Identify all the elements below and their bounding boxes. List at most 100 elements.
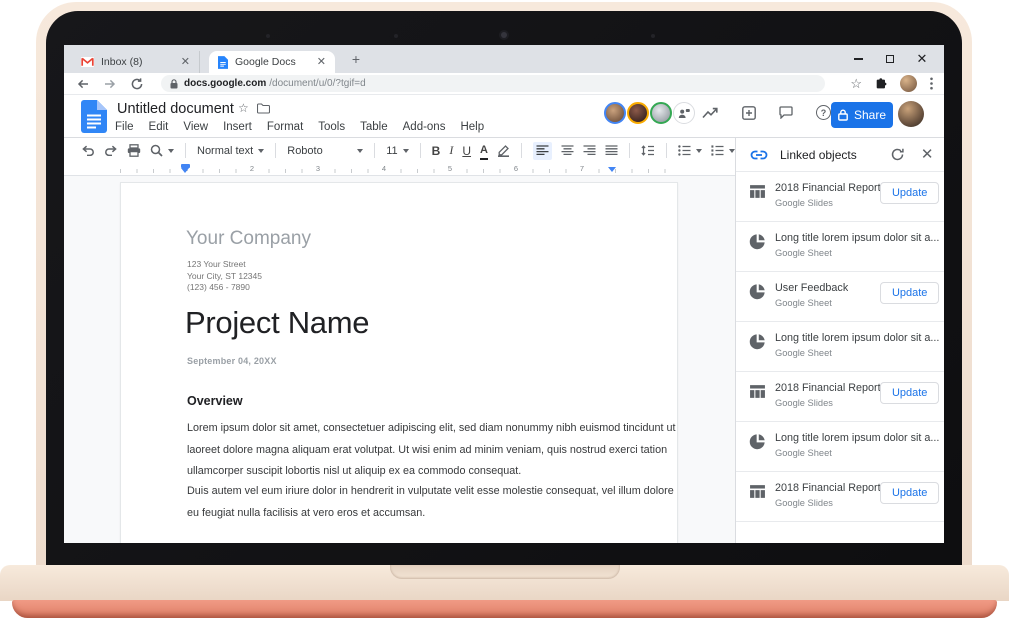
highlight-color-icon[interactable] (497, 142, 510, 160)
bulleted-list-icon[interactable] (678, 142, 702, 160)
comment-history-icon[interactable] (779, 106, 793, 119)
add-comment-icon[interactable] (742, 106, 756, 120)
menu-help[interactable]: Help (460, 121, 484, 133)
collaborator-avatar[interactable] (627, 102, 649, 124)
add-people-icon[interactable] (673, 102, 695, 124)
menu-tools[interactable]: Tools (318, 121, 345, 133)
share-button[interactable]: Share (831, 102, 893, 128)
tab-label: Google Docs (235, 56, 310, 68)
menu-addons[interactable]: Add-ons (403, 121, 446, 133)
linked-object-source: Google Sheet (775, 348, 939, 358)
project-date: September 04, 20XX (187, 356, 277, 366)
ruler-number: 3 (314, 164, 322, 173)
underline-button[interactable]: U (462, 142, 471, 160)
browser-menu-kebab-icon[interactable] (930, 77, 933, 90)
align-right-icon[interactable] (583, 142, 596, 160)
left-indent-marker[interactable] (181, 164, 190, 173)
window-close-button[interactable]: ✕ (914, 51, 930, 67)
linked-object-row[interactable]: 2018 Financial Report... Google Slides Up… (736, 472, 944, 522)
ruler-number: 7 (578, 164, 586, 173)
linked-object-row[interactable]: User FeedbackGoogle Sheet Update (736, 272, 944, 322)
linked-object-title: Long title lorem ipsum dolor sit a... (775, 331, 939, 345)
linked-object-source: Google Sheet (775, 298, 848, 308)
italic-button[interactable]: I (449, 142, 453, 160)
linked-objects-panel: Linked objects ✕ 2018 Financial ReportGo… (736, 138, 944, 543)
help-icon[interactable]: ? (816, 105, 831, 120)
tab-close-icon[interactable]: ✕ (317, 57, 326, 68)
address-bar[interactable]: docs.google.com /document/u/0/?tgif=d (161, 75, 825, 92)
linked-object-source: Google Sheet (775, 248, 939, 258)
document-canvas[interactable]: Your Company 123 Your Street Your City, … (64, 176, 735, 543)
laptop-mockup: Inbox (8) ✕ Google Docs ✕ + ✕ (0, 0, 1009, 623)
document-title[interactable]: Untitled document (117, 101, 234, 117)
bookmark-star-icon[interactable]: ☆ (850, 77, 862, 90)
linked-object-source: Google Slides (775, 498, 890, 508)
ruler-number: 6 (512, 164, 520, 173)
zoom-tool-icon[interactable] (150, 142, 174, 160)
collaborator-avatar[interactable] (650, 102, 672, 124)
google-docs-icon[interactable] (81, 100, 107, 136)
company-name: Your Company (186, 228, 311, 250)
linked-object-row[interactable]: Long title lorem ipsum dolor sit a...Goo… (736, 222, 944, 272)
project-title: Project Name (185, 305, 369, 341)
font-size-select[interactable]: 11 (386, 142, 408, 160)
paragraph-style-select[interactable]: Normal text (197, 142, 264, 160)
linked-object-row[interactable]: 2018 Financial ReportGoogle Slides Updat… (736, 172, 944, 222)
right-indent-marker[interactable] (608, 167, 616, 172)
linked-object-title: 2018 Financial Report... (775, 481, 890, 495)
font-size-value: 11 (386, 145, 397, 157)
update-button[interactable]: Update (880, 282, 939, 304)
linked-object-row[interactable]: Long title lorem ipsum dolor sit a...Goo… (736, 422, 944, 472)
new-tab-button[interactable]: + (348, 52, 364, 68)
bold-button[interactable]: B (432, 142, 441, 160)
print-icon[interactable] (127, 142, 141, 160)
refresh-icon[interactable] (891, 148, 904, 161)
update-button[interactable]: Update (880, 482, 939, 504)
tab-google-docs[interactable]: Google Docs ✕ (209, 51, 335, 73)
linked-object-row[interactable]: Long title lorem ipsum dolor sit a... Goo… (736, 322, 944, 372)
undo-icon[interactable] (81, 142, 95, 160)
align-left-icon[interactable] (533, 142, 552, 160)
panel-close-icon[interactable]: ✕ (921, 147, 934, 162)
url-path: /document/u/0/?tgif=d (269, 78, 365, 89)
font-family-select[interactable]: Roboto (287, 142, 363, 160)
back-button[interactable] (77, 78, 89, 90)
move-folder-icon[interactable] (257, 103, 270, 117)
editor-pane: Normal text Roboto 11 B I U A (64, 138, 736, 543)
line-spacing-icon[interactable] (641, 142, 655, 160)
menu-format[interactable]: Format (267, 121, 303, 133)
menu-edit[interactable]: Edit (149, 121, 169, 133)
menu-insert[interactable]: Insert (223, 121, 252, 133)
forward-button[interactable] (104, 78, 116, 90)
numbered-list-icon[interactable] (711, 142, 735, 160)
extensions-puzzle-icon[interactable] (875, 78, 887, 90)
menu-file[interactable]: File (115, 121, 134, 133)
update-button[interactable]: Update (880, 382, 939, 404)
reload-button[interactable] (131, 78, 143, 90)
update-button[interactable]: Update (880, 182, 939, 204)
ruler: 1 2 3 4 5 6 7 (64, 163, 735, 176)
justify-icon[interactable] (605, 142, 618, 160)
linked-object-row[interactable]: 2018 Financial Report...Google Slides Up… (736, 372, 944, 422)
account-avatar[interactable] (898, 101, 924, 127)
document-page[interactable]: Your Company 123 Your Street Your City, … (120, 182, 678, 543)
sheet-pie-chart-icon (749, 333, 766, 350)
address-line: Your City, ST 12345 (187, 271, 262, 283)
window-maximize-button[interactable] (882, 51, 898, 67)
tab-close-icon[interactable]: ✕ (181, 57, 190, 68)
linked-object-source: Google Sheet (775, 448, 939, 458)
tab-inbox[interactable]: Inbox (8) ✕ (72, 51, 200, 73)
browser-toolbar: docs.google.com /document/u/0/?tgif=d ☆ (64, 73, 944, 95)
collaborator-avatar[interactable] (604, 102, 626, 124)
align-center-icon[interactable] (561, 142, 574, 160)
menu-table[interactable]: Table (360, 121, 388, 133)
slides-table-icon (749, 483, 766, 500)
text-color-button[interactable]: A (480, 142, 488, 160)
star-document-icon[interactable]: ☆ (238, 101, 249, 115)
activity-trend-icon[interactable] (702, 107, 719, 119)
redo-icon[interactable] (104, 142, 118, 160)
chrome-profile-avatar[interactable] (900, 75, 917, 92)
window-minimize-button[interactable] (850, 51, 866, 67)
menu-view[interactable]: View (183, 121, 208, 133)
slides-table-icon (749, 183, 766, 200)
